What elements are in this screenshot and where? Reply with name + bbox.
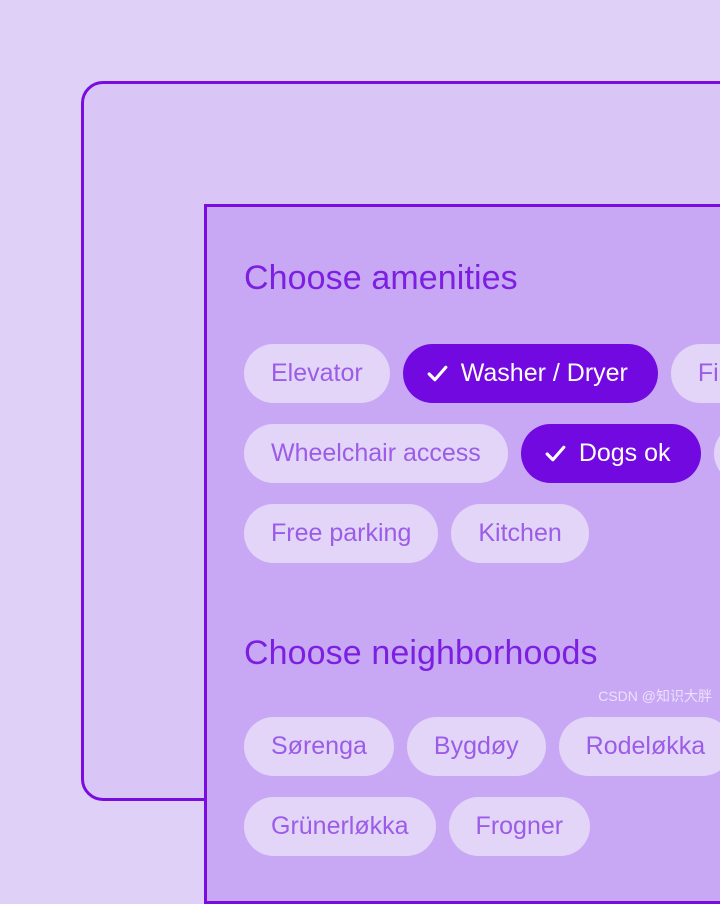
- chip-label: Dogs ok: [578, 439, 671, 467]
- page-title-amenities: Choose amenities: [244, 259, 518, 297]
- chip-washer-dryer[interactable]: Washer / Dryer: [402, 344, 658, 403]
- panel-content: Choose amenities Elevator Washer / Dryer F…: [244, 207, 720, 901]
- chip-label: Kitchen: [478, 519, 562, 547]
- chip-fireplace[interactable]: Fireplace: [670, 344, 720, 403]
- chip-label: Elevator: [271, 359, 363, 387]
- chip-label: Washer / Dryer: [460, 359, 628, 387]
- chip-label: Grünerløkka: [271, 812, 409, 840]
- chip-cats-ok[interactable]: Cats ok: [713, 424, 720, 483]
- chip-wheelchair-access[interactable]: Wheelchair access: [244, 424, 508, 483]
- amenities-chip-row-3: Free parking Kitchen: [244, 504, 589, 563]
- watermark: CSDN @知识大胖: [598, 688, 712, 704]
- amenities-chip-row-2: Wheelchair access Dogs ok Cats ok: [244, 424, 720, 483]
- chip-dogs-ok[interactable]: Dogs ok: [520, 424, 701, 483]
- chip-label: Bygdøy: [433, 732, 519, 760]
- chip-gr-nerl-kka[interactable]: Grünerløkka: [244, 797, 436, 856]
- chip-label: Frogner: [475, 812, 564, 840]
- chip-label: Wheelchair access: [271, 439, 481, 467]
- check-icon: [543, 441, 568, 466]
- page-title-neighborhoods: Choose neighborhoods: [244, 634, 598, 672]
- filter-panel: Choose amenities Elevator Washer / Dryer F…: [204, 204, 720, 904]
- chip-s-renga[interactable]: Sørenga: [244, 717, 394, 776]
- check-icon: [425, 361, 450, 386]
- chip-label: Sørenga: [271, 732, 367, 760]
- chip-free-parking[interactable]: Free parking: [244, 504, 439, 563]
- chip-bygd-y[interactable]: Bygdøy: [406, 717, 546, 776]
- neighborhoods-chip-row-2: Grünerløkka Frogner: [244, 797, 591, 856]
- chip-label: Free parking: [271, 519, 412, 547]
- neighborhoods-chip-row-1: Sørenga Bygdøy Rodeløkka: [244, 717, 720, 776]
- chip-frogner[interactable]: Frogner: [448, 797, 591, 856]
- amenities-chip-row-1: Elevator Washer / Dryer Fireplace: [244, 344, 720, 403]
- chip-label: Rodeløkka: [585, 732, 706, 760]
- chip-label: Fireplace: [697, 359, 720, 387]
- chip-elevator[interactable]: Elevator: [244, 344, 390, 403]
- chip-kitchen[interactable]: Kitchen: [451, 504, 589, 563]
- chip-rodel-kka[interactable]: Rodeløkka: [558, 717, 720, 776]
